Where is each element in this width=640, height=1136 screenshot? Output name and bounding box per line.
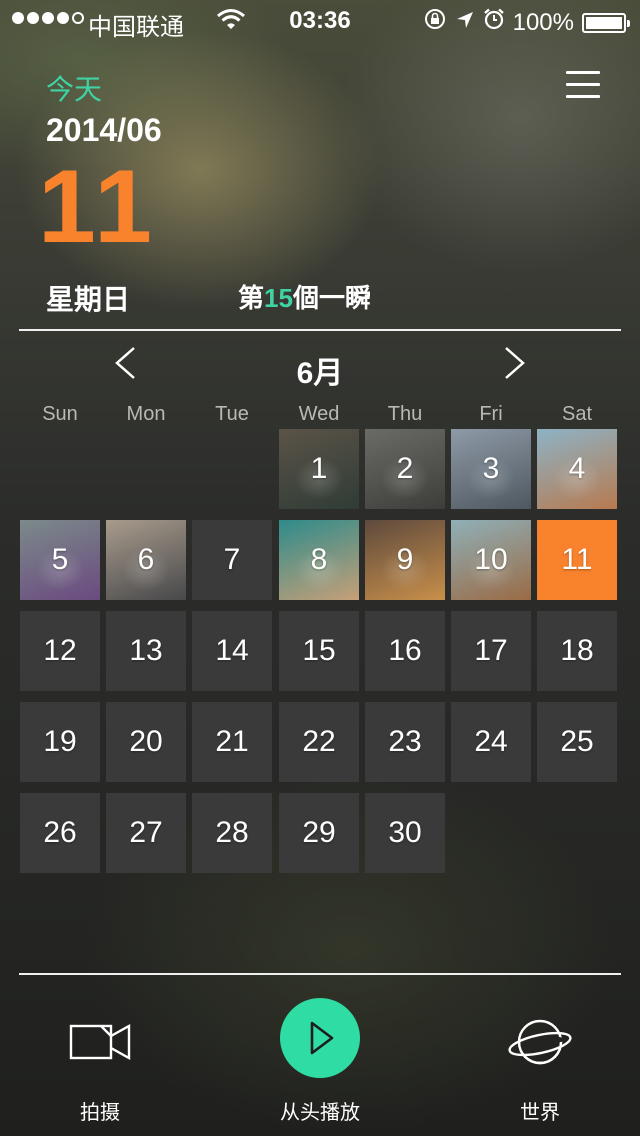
calendar-day-23[interactable]: 23 <box>365 702 445 782</box>
chevron-right-icon[interactable] <box>502 346 528 380</box>
calendar-day-29[interactable]: 29 <box>279 793 359 873</box>
day-number: 14 <box>215 634 249 667</box>
day-number: 8 <box>310 543 328 576</box>
selected-day-number: 11 <box>38 149 156 265</box>
moments-count-label: 第15個一瞬 <box>238 278 371 315</box>
weekday-wed: Wed <box>298 403 340 425</box>
day-number: 24 <box>474 725 508 758</box>
calendar-day-30[interactable]: 30 <box>365 793 445 873</box>
calendar-day-8[interactable]: 8 <box>279 520 359 600</box>
day-number: 10 <box>474 543 508 576</box>
moments-suffix: 個一瞬 <box>292 283 371 313</box>
calendar-day-20[interactable]: 20 <box>106 702 186 782</box>
calendar-day-18[interactable]: 18 <box>537 611 617 691</box>
day-number: 21 <box>215 725 249 758</box>
day-number: 28 <box>215 816 249 849</box>
weekday-tue: Tue <box>215 403 249 425</box>
day-number: 12 <box>43 634 77 667</box>
day-number: 17 <box>474 634 508 667</box>
calendar-day-19[interactable]: 19 <box>20 702 100 782</box>
day-number: 7 <box>223 543 241 576</box>
day-number: 18 <box>560 634 594 667</box>
calendar-day-24[interactable]: 24 <box>451 702 531 782</box>
calendar-day-4[interactable]: 4 <box>537 429 617 509</box>
month-title: 6月 <box>296 357 344 390</box>
today-button[interactable]: 今天 <box>46 68 102 108</box>
day-number: 26 <box>43 816 77 849</box>
calendar-day-17[interactable]: 17 <box>451 611 531 691</box>
calendar-day-27[interactable]: 27 <box>106 793 186 873</box>
moments-count: 15 <box>264 283 293 313</box>
calendar-day-1[interactable]: 1 <box>279 429 359 509</box>
calendar-day-9[interactable]: 9 <box>365 520 445 600</box>
world-label: 世界 <box>520 1102 560 1124</box>
planet-icon <box>507 1014 573 1075</box>
bottom-divider <box>19 973 621 975</box>
calendar-day-14[interactable]: 14 <box>192 611 272 691</box>
weekday-fri: Fri <box>479 403 503 425</box>
calendar-day-13[interactable]: 13 <box>106 611 186 691</box>
replay-button[interactable] <box>280 998 360 1078</box>
weekday-sun: Sun <box>42 403 78 425</box>
day-number: 9 <box>396 543 414 576</box>
day-number: 5 <box>51 543 69 576</box>
day-number: 30 <box>388 816 422 849</box>
calendar-day-7[interactable]: 7 <box>192 520 272 600</box>
weekday-label: 星期日 <box>46 284 131 315</box>
day-number: 19 <box>43 725 77 758</box>
day-number: 29 <box>302 816 336 849</box>
day-number: 11 <box>561 543 593 576</box>
capture-label: 拍摄 <box>80 1102 120 1124</box>
menu-icon[interactable] <box>566 70 602 100</box>
calendar-day-15[interactable]: 15 <box>279 611 359 691</box>
day-number: 15 <box>302 634 336 667</box>
weekday-mon: Mon <box>126 403 166 425</box>
battery-percent: 100% <box>512 8 574 36</box>
status-bar: 中国联通 03:36 100% <box>0 0 640 41</box>
day-number: 25 <box>560 725 594 758</box>
alarm-icon <box>483 8 505 37</box>
day-number: 27 <box>129 816 163 849</box>
moments-prefix: 第 <box>238 283 265 313</box>
day-number: 6 <box>137 543 155 576</box>
day-number: 2 <box>396 452 414 485</box>
day-number: 22 <box>302 725 336 758</box>
day-number: 13 <box>129 634 163 667</box>
calendar-day-10[interactable]: 10 <box>451 520 531 600</box>
calendar-day-2[interactable]: 2 <box>365 429 445 509</box>
day-number: 20 <box>129 725 163 758</box>
replay-label: 从头播放 <box>280 1102 360 1124</box>
location-arrow-icon <box>455 9 475 37</box>
calendar-day-21[interactable]: 21 <box>192 702 272 782</box>
battery-icon <box>582 12 630 33</box>
video-camera-icon <box>69 1022 131 1067</box>
calendar-day-6[interactable]: 6 <box>106 520 186 600</box>
calendar-day-22[interactable]: 22 <box>279 702 359 782</box>
year-month: 2014/06 <box>46 112 162 148</box>
calendar-day-5[interactable]: 5 <box>20 520 100 600</box>
calendar-day-25[interactable]: 25 <box>537 702 617 782</box>
day-number: 16 <box>388 634 422 667</box>
weekday-sat: Sat <box>561 403 593 425</box>
calendar-day-12[interactable]: 12 <box>20 611 100 691</box>
calendar-day-16[interactable]: 16 <box>365 611 445 691</box>
weekday-thu: Thu <box>387 403 423 425</box>
day-number: 1 <box>310 452 328 485</box>
calendar-day-11[interactable]: 11 <box>537 520 617 600</box>
header-divider <box>19 329 621 331</box>
day-number: 3 <box>482 452 500 485</box>
day-number: 23 <box>388 725 422 758</box>
calendar-day-3[interactable]: 3 <box>451 429 531 509</box>
calendar-day-26[interactable]: 26 <box>20 793 100 873</box>
day-number: 4 <box>568 452 586 485</box>
play-icon <box>309 1020 335 1061</box>
rotation-lock-icon <box>423 7 447 38</box>
calendar-day-28[interactable]: 28 <box>192 793 272 873</box>
